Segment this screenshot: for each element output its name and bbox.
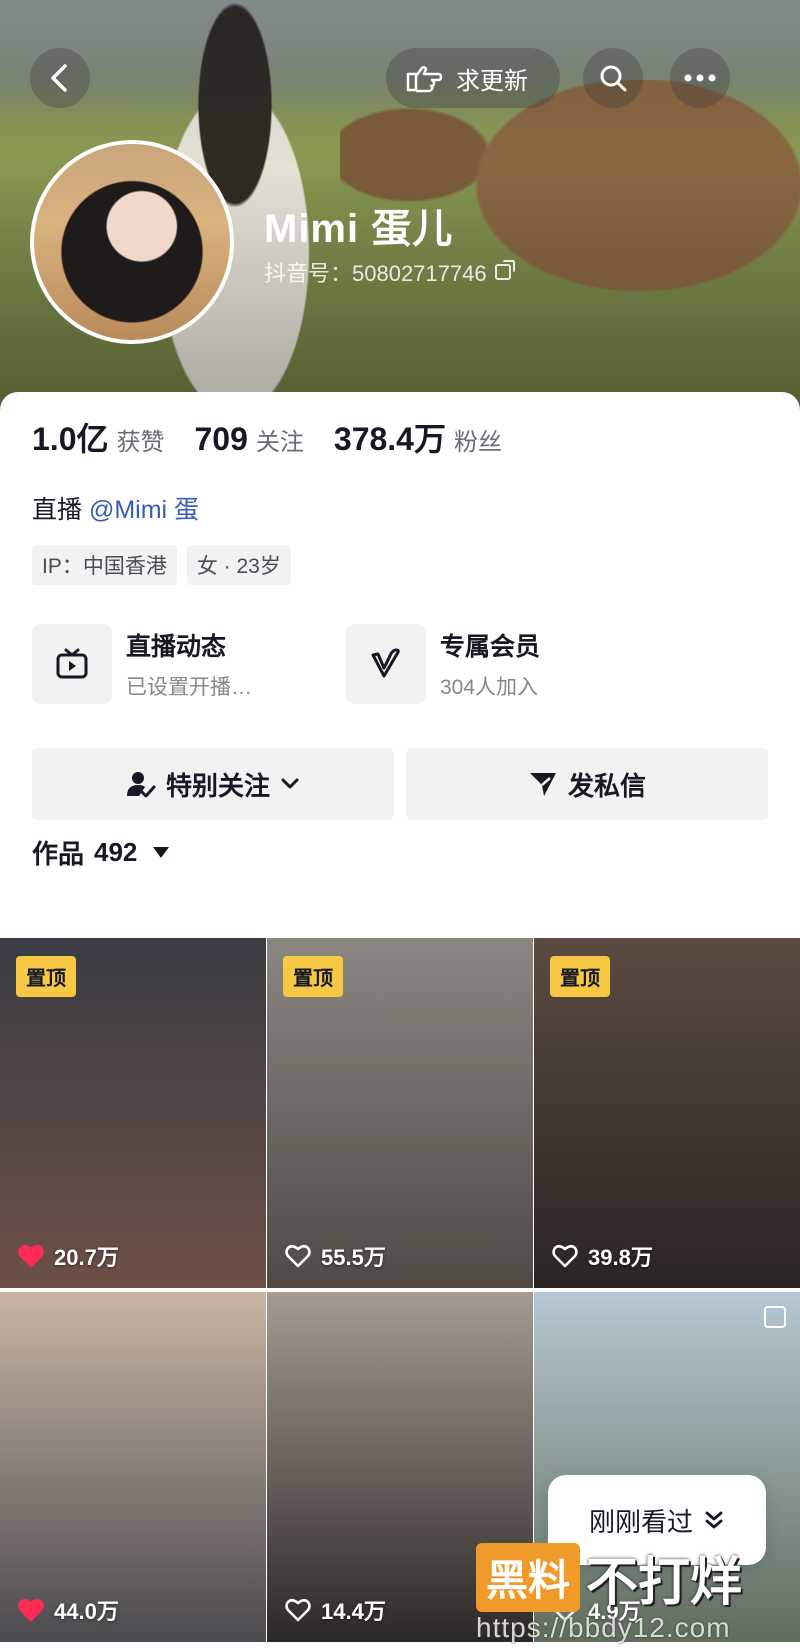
video-tile[interactable]: 置顶 20.7万 — [0, 938, 266, 1288]
heart-icon — [552, 1244, 578, 1268]
heart-icon — [18, 1244, 44, 1268]
works-label: 作品 — [32, 839, 85, 869]
request-update-button[interactable]: 求更新 — [386, 48, 560, 108]
like-count: 14.4万 — [285, 1594, 386, 1626]
like-count-text: 44.0万 — [54, 1599, 119, 1624]
avatar[interactable] — [30, 140, 234, 344]
chevron-left-icon — [51, 64, 67, 92]
send-message-button[interactable]: 发私信 — [406, 748, 768, 820]
v-heart-icon — [346, 624, 426, 704]
bio: 直播 @Mimi 蛋 — [32, 490, 199, 526]
special-follow-button[interactable]: 特别关注 — [32, 748, 394, 820]
like-count-text: 39.8万 — [588, 1245, 653, 1270]
live-updates-entry[interactable]: 直播动态 已设置开播… — [32, 624, 252, 704]
multi-image-icon — [764, 1306, 786, 1328]
copy-icon[interactable] — [494, 260, 515, 280]
special-follow-label: 特别关注 — [165, 770, 270, 801]
stat-following-num: 709 — [194, 421, 248, 457]
watermark-text: 不打烊 — [586, 1554, 743, 1612]
stat-following[interactable]: 709 关注 — [195, 421, 304, 458]
search-icon — [600, 65, 627, 92]
like-count: 55.5万 — [285, 1240, 386, 1272]
video-tile[interactable]: 置顶 39.8万 — [534, 938, 800, 1288]
like-count: 39.8万 — [552, 1240, 653, 1272]
douyin-id[interactable]: 抖音号：50802717746 — [264, 256, 515, 288]
like-count-text: 14.4万 — [321, 1599, 386, 1624]
live-updates-title: 直播动态 — [126, 633, 227, 661]
membership-title: 专属会员 — [440, 633, 541, 661]
stat-likes-label: 获赞 — [116, 429, 165, 456]
works-tab[interactable]: 作品 492 — [32, 834, 170, 871]
membership-sub: 304人加入 — [440, 676, 539, 699]
like-count: 44.0万 — [18, 1594, 119, 1626]
action-buttons: 特别关注 发私信 — [32, 748, 768, 820]
bio-mention-link[interactable]: @Mimi 蛋 — [89, 496, 199, 524]
stat-likes-num: 1.0亿 — [32, 421, 109, 457]
stat-followers-label: 粉丝 — [453, 429, 502, 456]
tag-ip-location: IP：中国香港 — [32, 545, 177, 585]
like-count: 20.7万 — [18, 1240, 119, 1272]
stat-likes[interactable]: 1.0亿 获赞 — [32, 414, 165, 460]
send-message-label: 发私信 — [567, 770, 646, 801]
video-thumbnail — [0, 1292, 266, 1642]
watermark-badge: 黑料 — [476, 1543, 581, 1612]
search-button[interactable] — [583, 48, 643, 108]
video-tile[interactable]: 置顶 55.5万 — [267, 938, 533, 1288]
tv-icon — [32, 624, 112, 704]
pinned-badge: 置顶 — [283, 956, 343, 997]
stats-row: 1.0亿 获赞 709 关注 378.4万 粉丝 — [32, 414, 502, 460]
more-options-button[interactable] — [670, 48, 730, 108]
watermark-url: https://bbdy12.com — [476, 1612, 731, 1643]
like-count-text: 20.7万 — [54, 1245, 119, 1270]
profile-name: Mimi 蛋儿 — [264, 207, 454, 251]
pointing-hand-icon — [406, 65, 443, 93]
heart-icon — [18, 1598, 44, 1622]
stat-followers-num: 378.4万 — [333, 421, 446, 457]
stat-following-label: 关注 — [255, 429, 304, 456]
recently-viewed-label: 刚刚看过 — [588, 1506, 693, 1537]
tag-gender-age: 女 · 23岁 — [186, 545, 291, 585]
pinned-badge: 置顶 — [550, 956, 610, 997]
chevron-down-icon — [281, 778, 299, 789]
request-update-label: 求更新 — [456, 67, 528, 95]
watermark-logo: 黑料 不打烊 — [476, 1540, 742, 1615]
like-count-text: 55.5万 — [321, 1245, 386, 1270]
user-check-icon — [126, 772, 156, 798]
caret-down-icon — [153, 847, 170, 858]
douyin-id-text: 抖音号：50802717746 — [264, 261, 487, 286]
more-dots-icon — [684, 74, 716, 82]
exclusive-membership-entry[interactable]: 专属会员 304人加入 — [346, 624, 540, 704]
live-updates-sub: 已设置开播… — [126, 676, 252, 699]
back-button[interactable] — [30, 48, 90, 108]
send-icon — [529, 773, 556, 796]
profile-tags: IP：中国香港 女 · 23岁 — [32, 545, 291, 585]
pinned-badge: 置顶 — [16, 956, 76, 997]
works-count: 492 — [94, 837, 138, 867]
stat-followers[interactable]: 378.4万 粉丝 — [334, 414, 502, 460]
heart-icon — [285, 1244, 311, 1268]
bio-prefix: 直播 — [32, 496, 89, 524]
heart-icon — [285, 1598, 311, 1622]
double-chevron-down-icon — [705, 1511, 723, 1529]
video-tile[interactable]: 44.0万 — [0, 1292, 266, 1642]
